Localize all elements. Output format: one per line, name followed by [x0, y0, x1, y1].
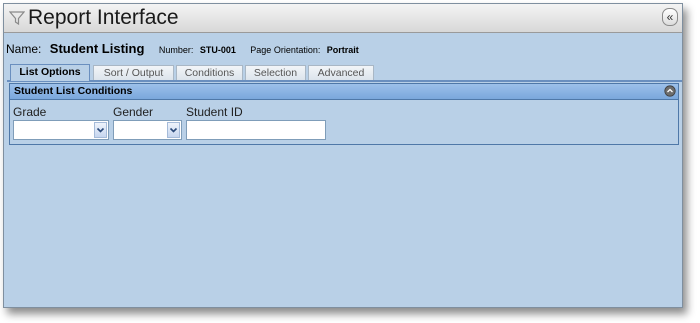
tab-list-options[interactable]: List Options: [10, 64, 90, 81]
panel-header: Student List Conditions: [10, 84, 678, 100]
collapse-button[interactable]: «: [662, 8, 678, 26]
gender-label: Gender: [113, 105, 154, 119]
report-name: Student Listing: [49, 41, 145, 56]
grade-select[interactable]: [13, 120, 109, 140]
tab-bar: List Options Sort / Output Conditions Se…: [7, 64, 682, 82]
tab-selection[interactable]: Selection: [245, 65, 306, 80]
report-info: Name: Student Listing Number: STU-001 Pa…: [6, 40, 682, 58]
double-chevron-left-icon: «: [666, 10, 674, 24]
window-title: Report Interface: [28, 6, 179, 29]
title-bar: Report Interface «: [4, 4, 682, 33]
tab-sort-output[interactable]: Sort / Output: [93, 65, 174, 80]
gender-dropdown-button[interactable]: [167, 122, 180, 138]
number-label: Number:: [158, 45, 194, 55]
tab-advanced[interactable]: Advanced: [308, 65, 374, 80]
student-list-conditions-panel: Student List Conditions Grade Gender Stu…: [9, 83, 679, 145]
tab-conditions[interactable]: Conditions: [176, 65, 243, 80]
report-number: STU-001: [199, 45, 236, 55]
name-label: Name:: [6, 42, 42, 56]
filter-icon: [9, 11, 25, 26]
student-id-input[interactable]: [186, 120, 326, 140]
panel-title: Student List Conditions: [14, 85, 133, 97]
gender-select[interactable]: [113, 120, 182, 140]
chevron-down-icon: [169, 127, 178, 133]
student-id-label: Student ID: [186, 105, 243, 119]
orientation-label: Page Orientation:: [250, 45, 321, 55]
grade-label: Grade: [13, 105, 47, 119]
report-interface-window: Report Interface « Name: Student Listing…: [3, 3, 683, 308]
grade-dropdown-button[interactable]: [94, 122, 107, 138]
circle-arrow-icon[interactable]: [664, 85, 676, 97]
page-orientation: Portrait: [326, 45, 359, 55]
chevron-down-icon: [96, 127, 105, 133]
